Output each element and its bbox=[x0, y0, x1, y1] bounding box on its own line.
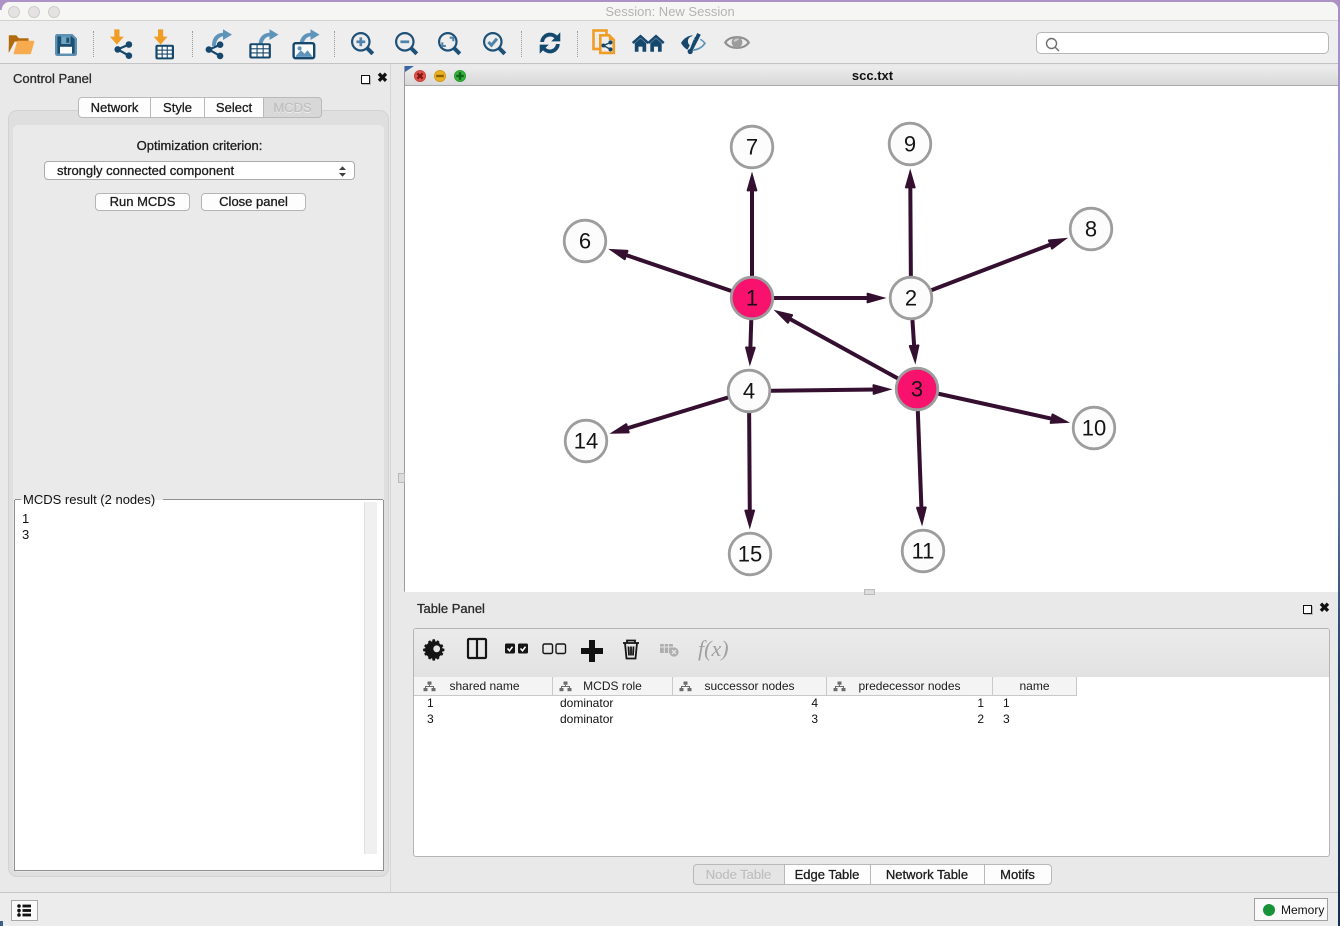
svg-text:f(x): f(x) bbox=[698, 636, 729, 661]
svg-text:11: 11 bbox=[912, 539, 935, 564]
svg-text:6: 6 bbox=[579, 229, 591, 254]
svg-text:2: 2 bbox=[905, 286, 917, 311]
svg-text:9: 9 bbox=[904, 132, 916, 157]
svg-text:14: 14 bbox=[574, 429, 598, 454]
svg-text:10: 10 bbox=[1082, 416, 1106, 441]
svg-text:3: 3 bbox=[911, 377, 923, 402]
svg-text:1: 1 bbox=[746, 286, 758, 311]
svg-text:7: 7 bbox=[746, 135, 758, 160]
svg-text:15: 15 bbox=[738, 542, 762, 567]
svg-text:4: 4 bbox=[743, 379, 755, 404]
svg-text:8: 8 bbox=[1085, 217, 1097, 242]
